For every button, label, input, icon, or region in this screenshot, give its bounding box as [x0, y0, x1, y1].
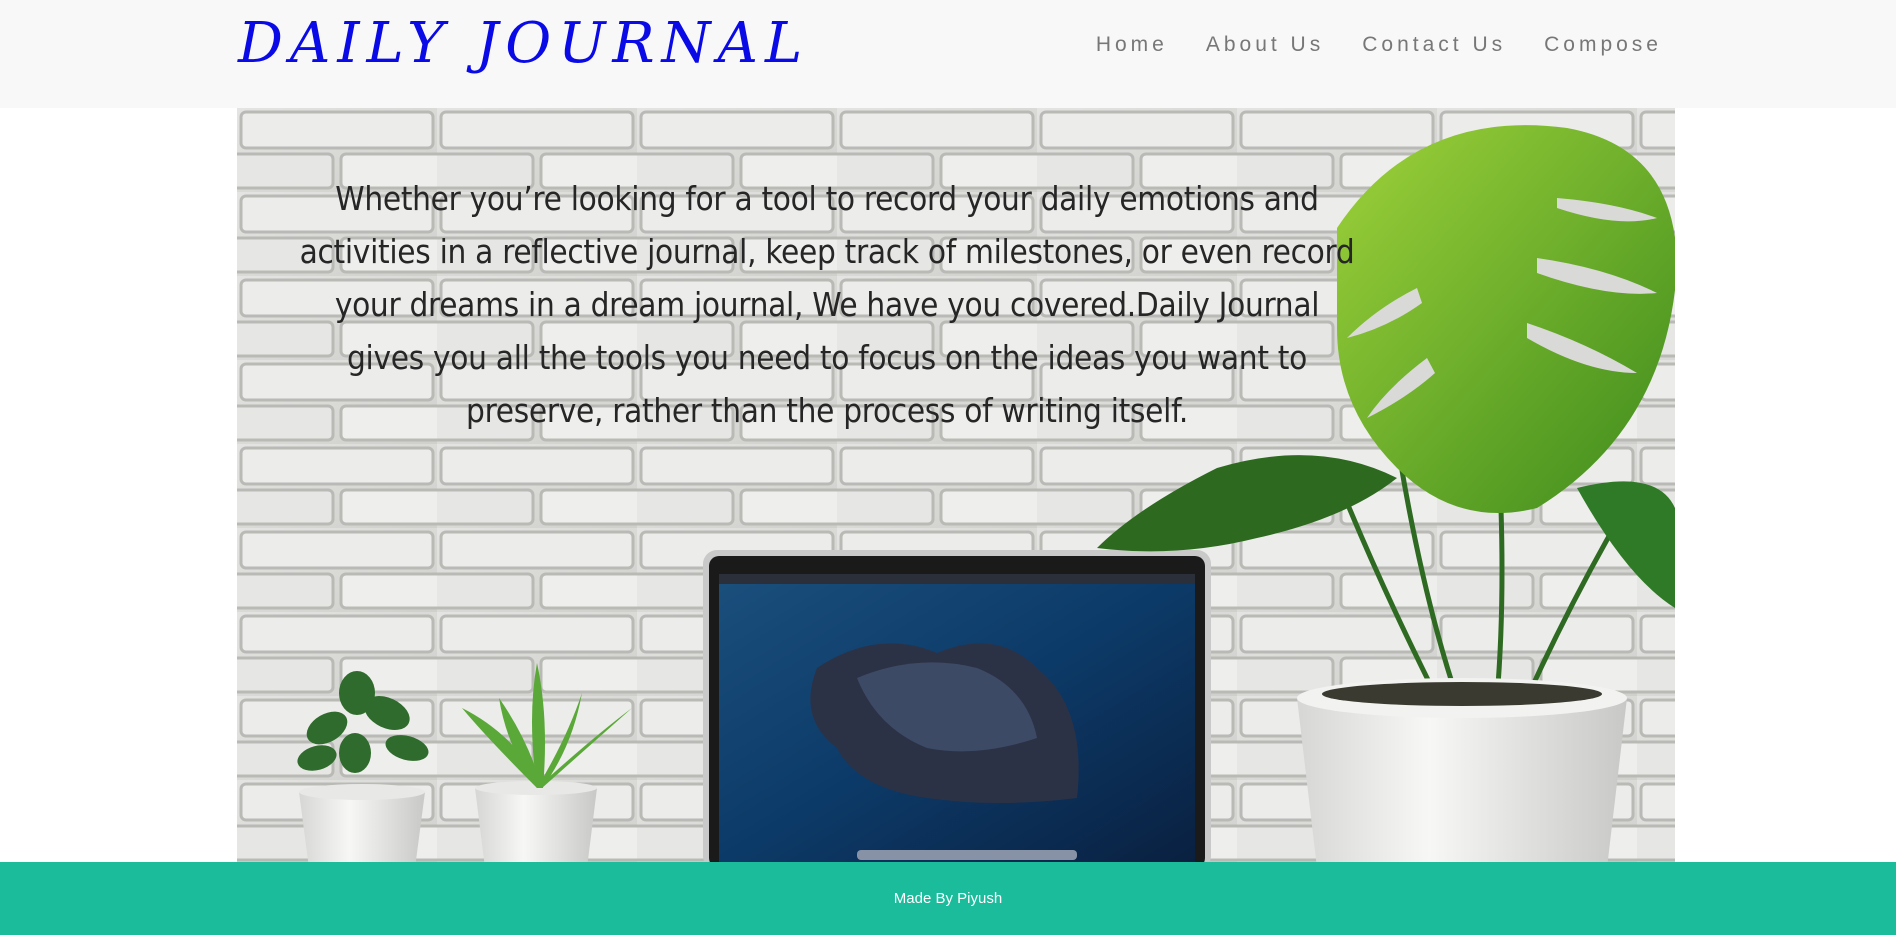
hero-section: Whether you’re looking for a tool to rec…	[237, 108, 1675, 862]
nav-home[interactable]: Home	[1096, 30, 1168, 60]
footer-credit: Made By Piyush	[893, 890, 1003, 907]
nav-links: Home About Us Contact Us Compose	[1058, 30, 1662, 60]
nav-about-us[interactable]: About Us	[1206, 30, 1324, 60]
navbar: DAILY JOURNAL Home About Us Contact Us C…	[0, 0, 1896, 108]
hero-description: Whether you’re looking for a tool to rec…	[299, 179, 1355, 430]
brand-logo[interactable]: DAILY JOURNAL	[238, 12, 809, 76]
nav-compose[interactable]: Compose	[1544, 30, 1662, 60]
footer: Made By Piyush	[0, 862, 1896, 935]
nav-contact-us[interactable]: Contact Us	[1362, 30, 1506, 60]
